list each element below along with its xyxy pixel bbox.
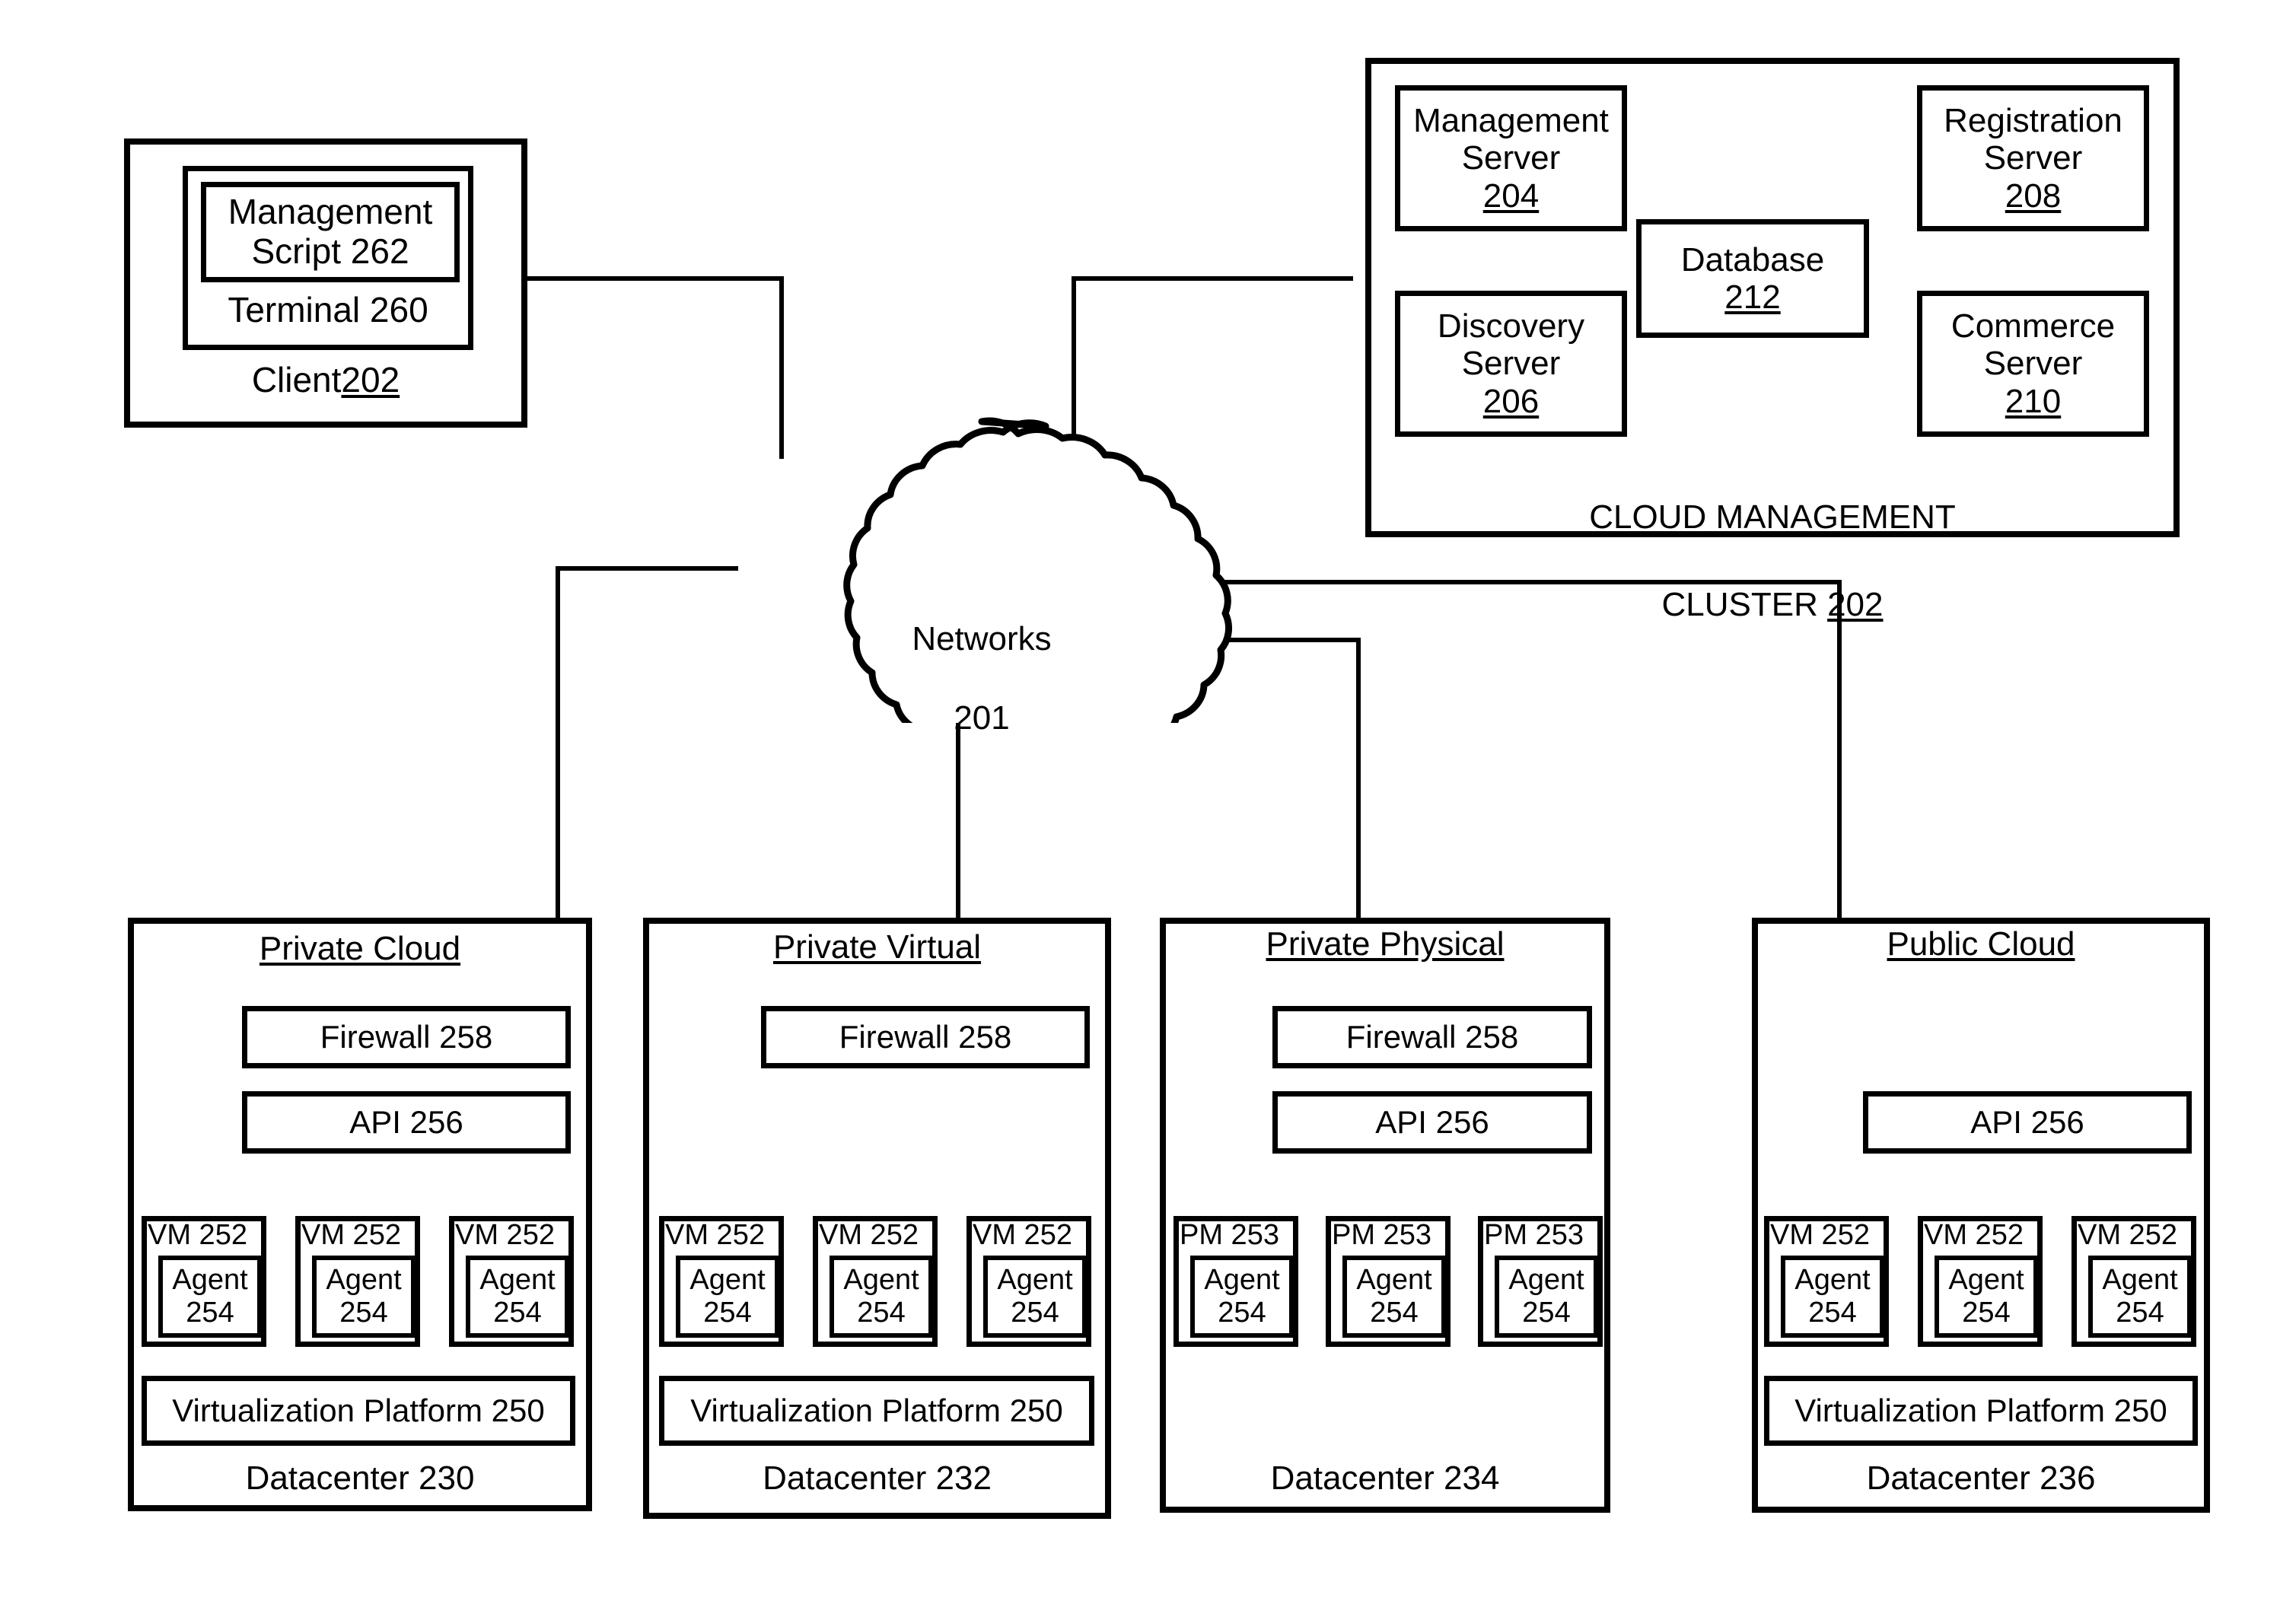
vm-label-236-1: VM 252 — [1770, 1219, 1870, 1251]
virtualization-platform-label-236: Virtualization Platform 250 — [1794, 1393, 2167, 1429]
datacenter-footer-230: Datacenter 230 — [245, 1459, 475, 1497]
firewall-label-230: Firewall 258 — [320, 1019, 493, 1055]
vm-label-236-2: VM 252 — [1924, 1219, 2024, 1251]
vm-label-230-2: VM 252 — [301, 1219, 401, 1251]
agent-label-230-2: Agent 254 — [326, 1264, 402, 1329]
pm-label-234-1: PM 253 — [1180, 1219, 1279, 1251]
agent-label-236-2: Agent 254 — [1948, 1264, 2024, 1329]
vm-label-232-3: VM 252 — [973, 1219, 1072, 1251]
agent-label-234-1: Agent 254 — [1204, 1264, 1280, 1329]
diagram-canvas: Management Script 262 Terminal 260 Clien… — [0, 0, 2296, 1617]
commerce-server-ref: 210 — [2005, 382, 2062, 420]
api-label-230: API 256 — [349, 1104, 463, 1141]
agent-label-234-3: Agent 254 — [1508, 1264, 1584, 1329]
terminal-label: Terminal 260 — [228, 290, 428, 330]
virtualization-platform-label-230: Virtualization Platform 250 — [172, 1393, 545, 1429]
datacenter-private-physical-header: Private Physical — [1266, 925, 1505, 963]
discovery-server-label: Discovery Server 206 — [1395, 291, 1627, 437]
agent-label-236-1: Agent 254 — [1794, 1264, 1871, 1329]
datacenter-public-cloud-header: Public Cloud — [1887, 925, 2075, 963]
firewall-label-234: Firewall 258 — [1345, 1019, 1519, 1055]
management-script-label: Management Script 262 — [228, 192, 433, 271]
commerce-server-label: Commerce Server 210 — [1917, 291, 2149, 437]
management-server-ref: 204 — [1482, 177, 1540, 215]
registration-server-ref: 208 — [2005, 177, 2062, 215]
management-server-name: Management Server — [1413, 102, 1609, 177]
agent-label-234-2: Agent 254 — [1356, 1264, 1432, 1329]
datacenter-private-cloud-header: Private Cloud — [259, 930, 461, 967]
vm-label-230-1: VM 252 — [148, 1219, 247, 1251]
cluster-caption-line2: CLUSTER — [1661, 585, 1828, 623]
cluster-caption-line2-wrap: CLUSTER 202 — [1365, 583, 2180, 626]
firewall-label-232: Firewall 258 — [839, 1019, 1012, 1055]
client-label: Client 202 — [124, 358, 527, 403]
registration-server-name: Registration Server — [1944, 102, 2122, 177]
datacenter-footer-234: Datacenter 234 — [1270, 1459, 1500, 1497]
client-label-text: Client — [251, 360, 342, 400]
api-label-234: API 256 — [1375, 1104, 1489, 1141]
cluster-caption-ref: 202 — [1827, 585, 1884, 623]
client-label-ref: 202 — [341, 360, 400, 400]
datacenter-private-virtual-header: Private Virtual — [772, 928, 982, 966]
agent-label-232-2: Agent 254 — [843, 1264, 919, 1329]
vm-label-232-1: VM 252 — [665, 1219, 765, 1251]
network-label: Networks 201 — [708, 580, 1256, 778]
connector-cluster-to-network-horizontal — [1072, 276, 1353, 281]
registration-server-label: Registration Server 208 — [1917, 85, 2149, 231]
pm-label-234-2: PM 253 — [1332, 1219, 1431, 1251]
connector-client-to-network-horizontal — [525, 276, 784, 281]
network-label-ref: 201 — [954, 699, 1010, 737]
agent-label-232-3: Agent 254 — [997, 1264, 1073, 1329]
agent-label-232-1: Agent 254 — [689, 1264, 766, 1329]
cluster-caption: CLOUD MANAGEMENT CLUSTER 202 — [1365, 452, 2180, 670]
api-label-236: API 256 — [1970, 1104, 2084, 1141]
agent-label-230-1: Agent 254 — [172, 1264, 248, 1329]
commerce-server-name: Commerce Server — [1950, 307, 2116, 383]
connector-network-to-datacenter-234-vertical — [1356, 638, 1361, 921]
connector-network-to-datacenter-230-vertical — [556, 566, 560, 921]
cluster-caption-line1: CLOUD MANAGEMENT — [1589, 498, 1956, 536]
discovery-server-name: Discovery Server — [1437, 307, 1585, 383]
virtualization-platform-label-232: Virtualization Platform 250 — [690, 1393, 1063, 1429]
vm-label-230-3: VM 252 — [455, 1219, 555, 1251]
network-label-text: Networks — [912, 619, 1052, 657]
database-name: Database — [1680, 240, 1825, 279]
database-label: Database 212 — [1636, 219, 1869, 338]
management-server-label: Management Server 204 — [1395, 85, 1627, 231]
agent-label-236-3: Agent 254 — [2102, 1264, 2178, 1329]
discovery-server-ref: 206 — [1482, 382, 1540, 420]
agent-label-230-3: Agent 254 — [479, 1264, 556, 1329]
datacenter-footer-236: Datacenter 236 — [1866, 1459, 2096, 1497]
vm-label-236-3: VM 252 — [2078, 1219, 2177, 1251]
pm-label-234-3: PM 253 — [1484, 1219, 1584, 1251]
datacenter-footer-232: Datacenter 232 — [763, 1459, 992, 1497]
vm-label-232-2: VM 252 — [819, 1219, 919, 1251]
database-ref: 212 — [1724, 279, 1781, 316]
